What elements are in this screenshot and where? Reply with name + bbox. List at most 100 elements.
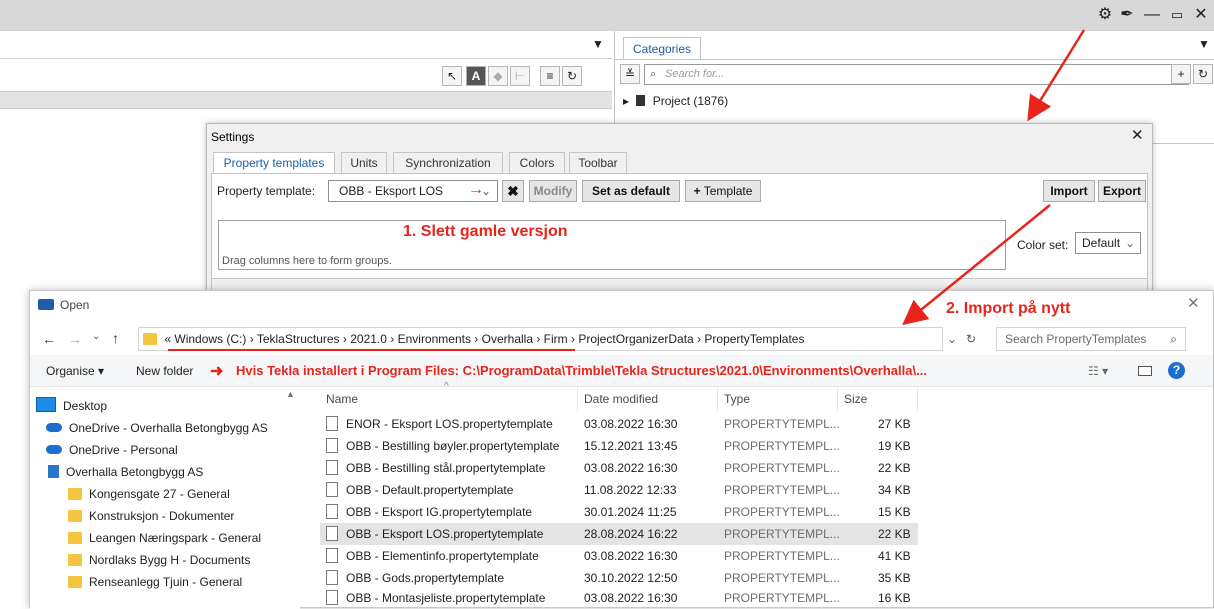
close-icon[interactable]: ✕	[1187, 294, 1200, 312]
breadcrumb-item[interactable]: 2021.0	[350, 332, 387, 346]
import-button[interactable]: Import	[1043, 180, 1095, 202]
cursor-icon[interactable]: ↖	[442, 66, 462, 86]
sync-icon[interactable]: ↻	[1193, 64, 1213, 84]
underline-annotation	[168, 349, 575, 351]
tree-item-label: Project (1876)	[652, 94, 729, 108]
text-icon[interactable]: A	[466, 66, 486, 86]
help-icon[interactable]: ?	[1168, 362, 1185, 379]
delete-template-button[interactable]: ✖	[502, 180, 524, 202]
breadcrumb-overflow[interactable]: «	[164, 332, 171, 346]
organise-button[interactable]: Organise ▾	[46, 364, 104, 378]
breadcrumb-item[interactable]: TeklaStructures	[257, 332, 340, 346]
tree-icon[interactable]: ⊢	[510, 66, 530, 86]
chevron-down-icon[interactable]: ⌄	[947, 328, 957, 350]
view-options-icon[interactable]: ☷ ▾	[1088, 364, 1108, 378]
breadcrumb-item[interactable]: Overhalla	[482, 332, 533, 346]
refresh-icon[interactable]: ↻	[562, 66, 582, 86]
gear-icon[interactable]: ⚙	[1096, 6, 1114, 24]
nav-item-folder[interactable]: Konstruksjon - Dokumenter	[68, 505, 234, 527]
file-icon	[326, 548, 338, 563]
nav-item-label: Renseanlegg Tjuin - General	[89, 575, 243, 589]
file-row[interactable]: OBB - Montasjeliste.propertytemplate 03.…	[320, 587, 940, 609]
up-icon[interactable]: ↑	[112, 330, 119, 346]
expand-arrow-icon[interactable]: ▸	[623, 94, 629, 108]
set-as-default-button[interactable]: Set as default	[582, 180, 680, 202]
maximize-icon[interactable]: ▭	[1168, 6, 1186, 24]
list-icon[interactable]: ≡	[540, 66, 560, 86]
pin-icon[interactable]: ✒	[1118, 6, 1136, 24]
nav-item-folder[interactable]: Nordlaks Bygg H - Documents	[68, 549, 250, 571]
file-row[interactable]: OBB - Elementinfo.propertytemplate 03.08…	[320, 545, 940, 567]
folder-icon	[68, 532, 82, 544]
add-template-button[interactable]: + Template	[685, 180, 761, 202]
file-size: 34 KB	[878, 483, 911, 497]
collapse-icon[interactable]: ≚	[620, 64, 640, 84]
column-header-name[interactable]: Name	[320, 387, 578, 411]
nav-item-label: Nordlaks Bygg H - Documents	[89, 553, 251, 567]
file-row[interactable]: OBB - Gods.propertytemplate 30.10.2022 1…	[320, 567, 940, 589]
select-value: Default	[1082, 236, 1121, 250]
color-set-select[interactable]: Default ⌄	[1075, 232, 1141, 254]
file-date: 30.10.2022 12:50	[584, 571, 678, 585]
folder-icon	[143, 333, 157, 345]
dropdown-arrow-icon[interactable]: ▼	[592, 37, 604, 51]
breadcrumb-item[interactable]: Firm	[544, 332, 568, 346]
forward-icon[interactable]: →	[68, 331, 82, 347]
open-dialog: Open ✕ 2. Import på nytt ← → ⌄ ↑ « Windo…	[29, 290, 1214, 609]
column-header-type[interactable]: Type	[718, 387, 838, 411]
breadcrumb-item[interactable]: PropertyTemplates	[704, 332, 804, 346]
file-date: 15.12.2021 13:45	[584, 439, 678, 453]
chevron-down-icon[interactable]: ⌄	[92, 331, 100, 342]
refresh-icon[interactable]: ↻	[966, 328, 976, 350]
breadcrumb-item[interactable]: Environments	[398, 332, 471, 346]
file-row[interactable]: OBB - Bestilling stål.propertytemplate 0…	[320, 457, 940, 479]
categories-search-input[interactable]: ⌕ Search for...	[644, 64, 1189, 85]
left-panel: ▼ ↖ A ◆ ⊢ ≡ ↻	[0, 31, 612, 123]
left-toolbar: ↖ A ◆ ⊢ ≡ ↻	[0, 60, 612, 90]
file-row[interactable]: OBB - Default.propertytemplate 11.08.202…	[320, 479, 940, 501]
chevron-down-icon: ⌄	[1124, 236, 1135, 250]
cube-icon[interactable]: ◆	[488, 66, 508, 86]
preview-pane-icon[interactable]	[1138, 366, 1152, 376]
file-row[interactable]: OBB - Eksport IG.propertytemplate 30.01.…	[320, 501, 940, 523]
close-icon[interactable]: ✕	[1192, 6, 1210, 24]
file-size: 27 KB	[878, 417, 911, 431]
back-icon[interactable]: ←	[42, 331, 56, 347]
group-drop-area[interactable]: 1. Slett gamle versjon Drag columns here…	[218, 220, 1006, 270]
nav-item-onedrive-personal[interactable]: OneDrive - Personal	[46, 439, 178, 461]
file-row[interactable]: OBB - Bestilling bøyler.propertytemplate…	[320, 435, 940, 457]
tree-item-project[interactable]: ▸ Project (1876)	[623, 94, 728, 108]
add-icon[interactable]: +	[1171, 64, 1191, 84]
scroll-up-icon[interactable]: ▲	[286, 389, 295, 399]
nav-item-folder[interactable]: Kongensgate 27 - General	[68, 483, 230, 505]
nav-item-organization[interactable]: Overhalla Betongbygg AS	[48, 461, 203, 483]
tab-categories[interactable]: Categories	[623, 37, 701, 59]
nav-item-label: Overhalla Betongbygg AS	[66, 465, 204, 479]
address-bar[interactable]: « Windows (C:) › TeklaStructures › 2021.…	[138, 327, 976, 351]
column-header-date[interactable]: Date modified	[578, 387, 718, 411]
export-button[interactable]: Export	[1098, 180, 1146, 202]
new-folder-button[interactable]: New folder	[136, 364, 193, 378]
search-input[interactable]: Search PropertyTemplates ⌕	[996, 327, 1186, 351]
search-icon: ⌕	[650, 68, 657, 80]
property-template-label: Property template:	[217, 184, 316, 198]
modify-button[interactable]: Modify	[529, 180, 577, 202]
file-row-selected[interactable]: OBB - Eksport LOS.propertytemplate 28.08…	[320, 523, 918, 545]
file-row[interactable]: ENOR - Eksport LOS.propertytemplate 03.0…	[320, 413, 940, 435]
dropdown-arrow-icon[interactable]: ▼	[1198, 37, 1210, 51]
file-type: PROPERTYTEMPL...	[724, 417, 840, 431]
nav-item-desktop[interactable]: Desktop	[36, 395, 107, 417]
minimize-icon[interactable]: —	[1143, 6, 1161, 24]
breadcrumb-item[interactable]: ProjectOrganizerData	[578, 332, 693, 346]
nav-item-label: Konstruksjon - Dokumenter	[89, 509, 235, 523]
file-type: PROPERTYTEMPL...	[724, 591, 840, 605]
nav-item-label: Desktop	[63, 399, 108, 413]
nav-item-folder[interactable]: Renseanlegg Tjuin - General	[68, 571, 242, 593]
nav-item-onedrive-business[interactable]: OneDrive - Overhalla Betongbygg AS	[46, 417, 268, 439]
column-header-size[interactable]: Size	[838, 387, 918, 411]
breadcrumb-item[interactable]: Windows (C:)	[174, 332, 246, 346]
file-icon	[326, 526, 338, 541]
search-icon: ⌕	[1170, 332, 1177, 346]
nav-item-folder[interactable]: Leangen Næringspark - General	[68, 527, 261, 549]
close-icon[interactable]: ✕	[1131, 126, 1144, 144]
